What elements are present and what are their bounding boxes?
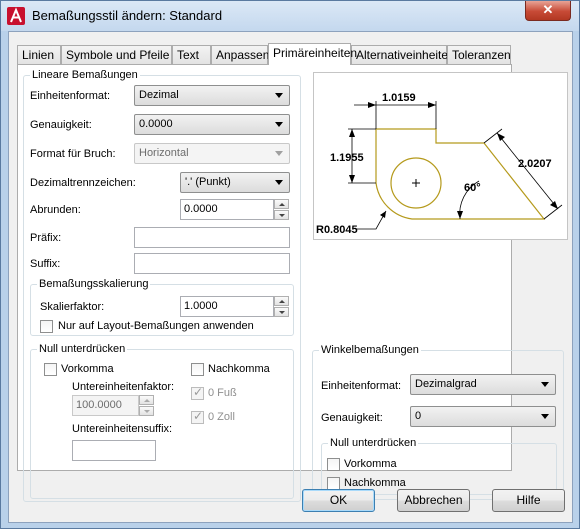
zero-feet-checkbox[interactable]: ✓	[191, 385, 204, 400]
checkmark-icon: ✓	[193, 409, 204, 423]
leading-zero-checkbox[interactable]	[44, 363, 57, 376]
dialog-window: Bemaßungsstil ändern: Standard ✕ Linien …	[0, 0, 580, 529]
angular-precision-label: Genauigkeit:	[321, 412, 383, 424]
tab-symbole-und-pfeile[interactable]: Symbole und Pfeile	[61, 45, 172, 64]
linear-precision-combo[interactable]: 0.0000	[134, 114, 290, 135]
dimension-preview: 1.0159 1.1955 2.0207 60° R0.8045	[313, 72, 568, 240]
zero-inches-checkbox[interactable]: ✓	[191, 409, 204, 424]
linear-unit-format-combo[interactable]: Dezimal	[134, 85, 290, 106]
decimal-separator-value: '.' (Punkt)	[185, 176, 231, 188]
preview-dim-angle: 60°	[464, 182, 481, 194]
spin-up-icon[interactable]	[274, 296, 289, 306]
chevron-down-icon	[541, 382, 549, 387]
subunit-factor-label: Untereinheitenfaktor:	[72, 381, 175, 393]
autocad-app-icon	[7, 7, 25, 25]
scale-legend: Bemaßungsskalierung	[37, 278, 151, 290]
suffix-label: Suffix:	[30, 258, 61, 270]
spin-down-icon[interactable]	[139, 406, 154, 416]
ok-button[interactable]: OK	[302, 489, 375, 512]
angular-trailing-zero-label: Nachkomma	[344, 477, 406, 489]
prefix-label: Präfix:	[30, 232, 62, 244]
suffix-input[interactable]	[134, 253, 290, 274]
chevron-down-icon	[275, 151, 283, 156]
scale-factor-input[interactable]: 1.0000	[180, 296, 274, 317]
spin-down-icon[interactable]	[274, 307, 289, 317]
angular-unit-format-value: Dezimalgrad	[415, 378, 477, 390]
leading-zero-label: Vorkomma	[61, 363, 114, 375]
tab-toleranzen[interactable]: Toleranzen	[447, 45, 511, 64]
preview-drawing: 1.0159 1.1955 2.0207 60° R0.8045	[316, 92, 563, 236]
zero-inches-label: 0 Zoll	[208, 411, 235, 423]
linear-precision-label: Genauigkeit:	[30, 119, 92, 131]
angular-precision-combo[interactable]: 0	[410, 406, 556, 427]
layout-only-checkbox[interactable]	[40, 320, 53, 333]
scale-factor-label: Skalierfaktor:	[40, 301, 105, 313]
tab-primaereinheiten[interactable]: Primäreinheiten	[268, 43, 357, 65]
close-button[interactable]: ✕	[525, 1, 571, 21]
cancel-button[interactable]: Abbrechen	[397, 489, 470, 512]
prefix-input[interactable]	[134, 227, 290, 248]
fraction-format-label: Format für Bruch:	[30, 148, 116, 160]
chevron-down-icon	[275, 180, 283, 185]
zero-suppression-linear-legend: Null unterdrücken	[37, 343, 128, 355]
linear-precision-value: 0.0000	[139, 118, 173, 130]
linear-unit-format-value: Dezimal	[139, 89, 179, 101]
preview-dim-top: 1.0159	[382, 92, 416, 104]
title-bar[interactable]: Bemaßungsstil ändern: Standard ✕	[1, 1, 579, 31]
decimal-separator-combo[interactable]: '.' (Punkt)	[180, 172, 290, 193]
help-button[interactable]: Hilfe	[492, 489, 565, 512]
spin-up-icon[interactable]	[139, 395, 154, 405]
layout-only-label: Nur auf Layout-Bemaßungen anwenden	[58, 320, 254, 332]
angular-precision-value: 0	[415, 410, 422, 422]
angular-unit-format-label: Einheitenformat:	[321, 380, 402, 392]
trailing-zero-checkbox[interactable]	[191, 363, 204, 376]
fraction-format-value: Horizontal	[139, 147, 189, 159]
zero-feet-label: 0 Fuß	[208, 387, 237, 399]
zero-suppression-angular-legend: Null unterdrücken	[328, 437, 419, 449]
round-off-spinner[interactable]	[274, 199, 289, 220]
subunit-suffix-label: Untereinheitensuffix:	[72, 423, 173, 435]
dialog-title: Bemaßungsstil ändern: Standard	[32, 8, 223, 23]
subunit-suffix-input[interactable]	[72, 440, 156, 461]
linear-unit-format-label: Einheitenformat:	[30, 90, 111, 102]
preview-dim-radius: R0.8045	[316, 224, 358, 236]
scale-factor-spinner[interactable]	[274, 296, 289, 317]
angular-dimensions-legend: Winkelbemaßungen	[319, 344, 421, 356]
trailing-zero-label: Nachkomma	[208, 363, 270, 375]
spin-up-icon[interactable]	[274, 199, 289, 209]
angular-leading-zero-checkbox[interactable]	[327, 458, 340, 471]
dialog-client: Linien Symbole und Pfeile Text Anpassen …	[8, 31, 573, 523]
tab-panel-primaereinheiten: Lineare Bemaßungen Einheitenformat: Dezi…	[17, 64, 568, 502]
subunit-factor-input[interactable]: 100.0000	[72, 395, 139, 416]
tab-anpassen[interactable]: Anpassen	[211, 45, 269, 64]
chevron-down-icon	[541, 414, 549, 419]
decimal-separator-label: Dezimaltrennzeichen:	[30, 177, 136, 189]
chevron-down-icon	[275, 93, 283, 98]
tab-linien[interactable]: Linien	[17, 45, 61, 64]
round-off-label: Abrunden:	[30, 204, 81, 216]
chevron-down-icon	[275, 122, 283, 127]
spin-down-icon[interactable]	[274, 210, 289, 220]
linear-dimensions-legend: Lineare Bemaßungen	[30, 69, 140, 81]
round-off-input[interactable]: 0.0000	[180, 199, 274, 220]
tab-alternativeinheiten[interactable]: Alternativeinheiten	[351, 45, 455, 64]
preview-dim-right: 2.0207	[518, 158, 552, 170]
fraction-format-combo[interactable]: Horizontal	[134, 143, 290, 164]
preview-dim-left: 1.1955	[330, 152, 364, 164]
tab-text[interactable]: Text	[172, 45, 211, 64]
checkmark-icon: ✓	[193, 385, 204, 399]
angular-unit-format-combo[interactable]: Dezimalgrad	[410, 374, 556, 395]
subunit-factor-spinner[interactable]	[139, 395, 154, 416]
close-icon: ✕	[542, 2, 554, 17]
angular-leading-zero-label: Vorkomma	[344, 458, 397, 470]
